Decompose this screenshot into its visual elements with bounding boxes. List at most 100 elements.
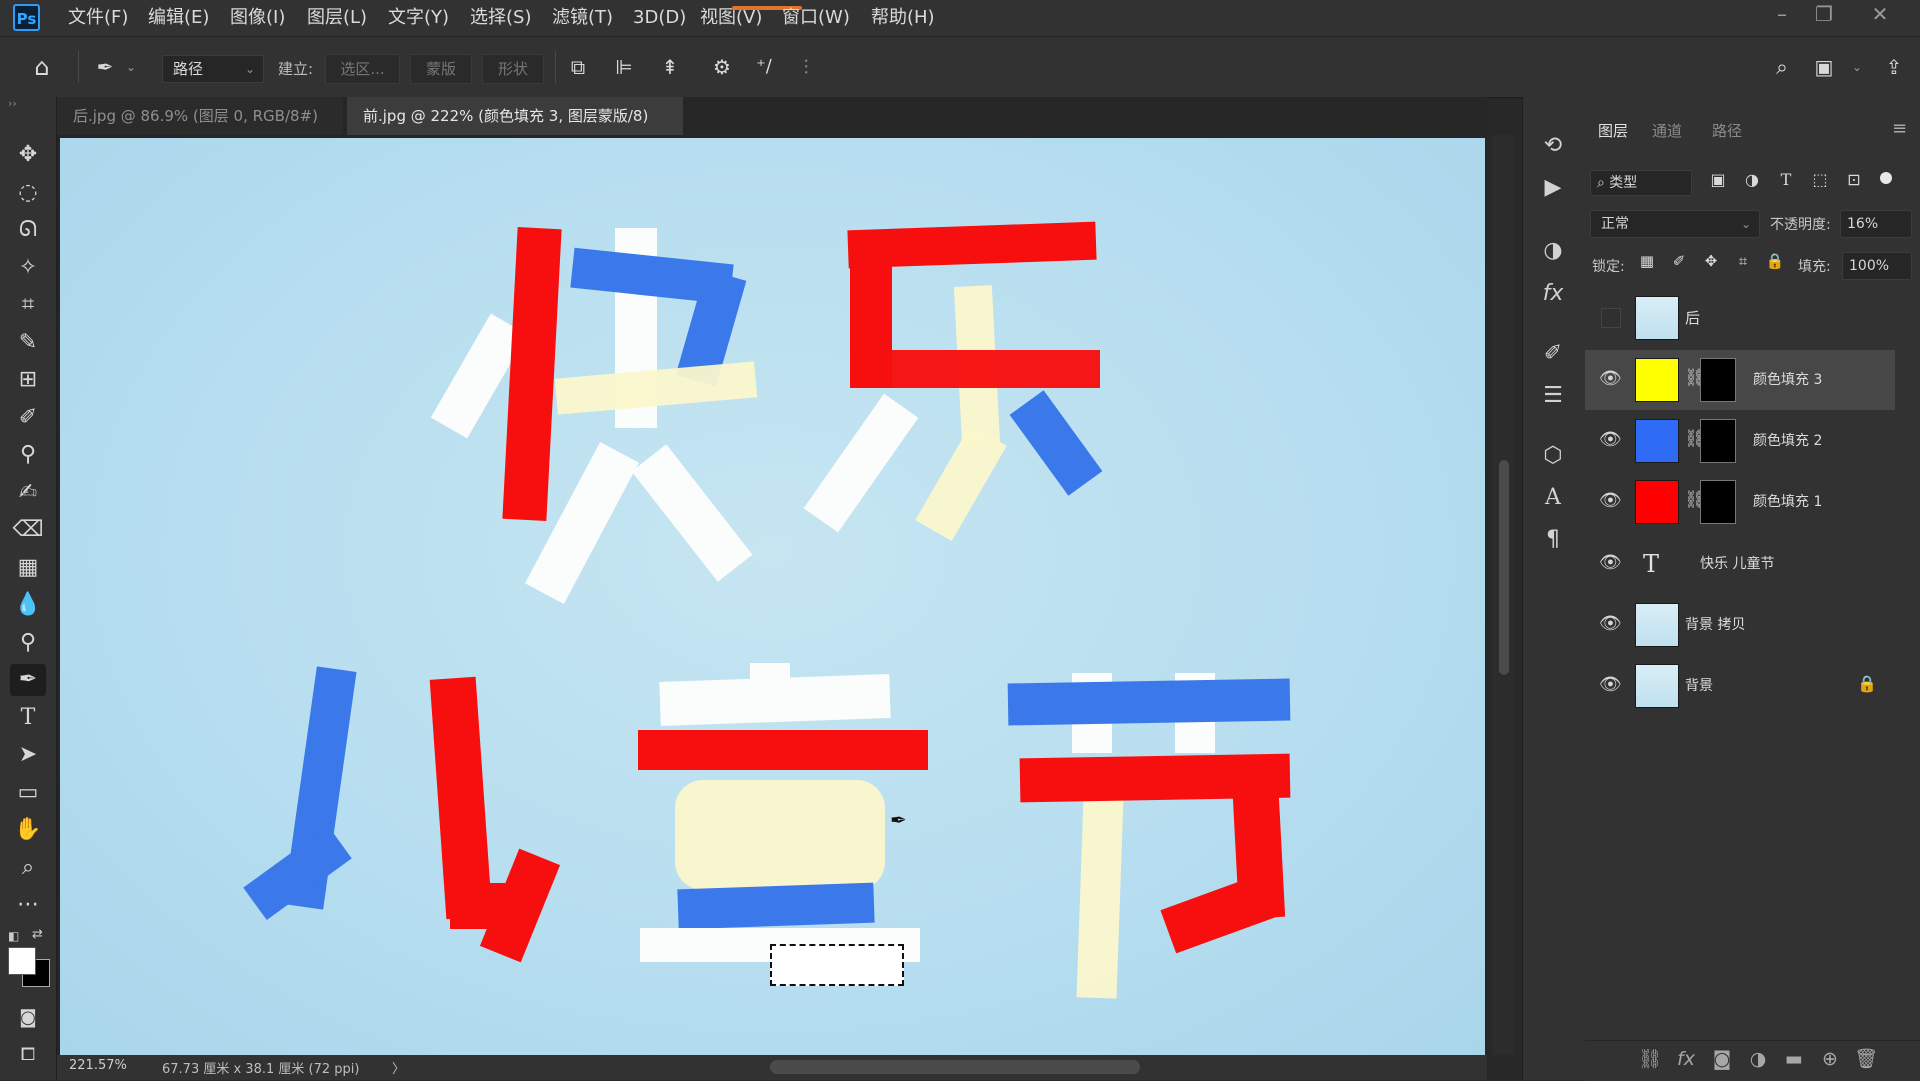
3d-icon[interactable]: ⬡ — [1536, 440, 1570, 472]
panel-menu-icon[interactable]: ≡ — [1892, 118, 1907, 139]
menu-edit[interactable]: 编辑(E) — [148, 0, 209, 36]
stamp-tool-icon[interactable]: ⚲ — [10, 439, 46, 471]
eraser-tool-icon[interactable]: ⌫ — [10, 514, 46, 546]
dodge-tool-icon[interactable]: ⚲ — [10, 627, 46, 659]
eye-icon[interactable]: 👁 — [1599, 490, 1622, 512]
auto-add-delete-icon[interactable]: ⁺∕ — [748, 51, 780, 83]
screen-mode-icon[interactable]: ⧠ — [10, 1039, 46, 1071]
vertical-scroll-thumb[interactable] — [1499, 460, 1509, 675]
lock-pixels-icon[interactable]: ✐ — [1668, 252, 1690, 270]
tab-before-jpg[interactable]: 前.jpg @ 222% (颜色填充 3, 图层蒙版/8) *✕ — [347, 97, 683, 163]
pen-tool-preset-icon[interactable]: ✒ — [90, 51, 120, 83]
make-mask-button[interactable]: 蒙版 — [410, 54, 472, 84]
chevron-down-icon[interactable]: ⌄ — [124, 51, 138, 83]
crop-tool-icon[interactable]: ⌗ — [10, 289, 46, 321]
opacity-input[interactable]: 16% — [1840, 210, 1912, 238]
menu-image[interactable]: 图像(I) — [230, 0, 285, 36]
menu-layer[interactable]: 图层(L) — [307, 0, 367, 36]
filter-shape-icon[interactable]: ⬚ — [1808, 170, 1832, 189]
layer-row[interactable]: 👁 T 快乐 儿童节 — [1585, 534, 1895, 594]
layer-row[interactable]: 👁 背景 🔒 — [1585, 656, 1895, 716]
tab-paths[interactable]: 路径 — [1712, 112, 1742, 150]
default-colors-icon[interactable]: ◧ — [8, 929, 19, 943]
tab-after-jpg[interactable]: 后.jpg @ 86.9% (图层 0, RGB/8#) *✕ — [57, 97, 343, 163]
lock-transparent-icon[interactable]: ▦ — [1636, 252, 1658, 270]
path-arrangement-icon[interactable]: ⇞ — [654, 51, 686, 83]
add-style-icon[interactable]: fx — [1672, 1045, 1700, 1073]
eye-icon[interactable]: 👁 — [1599, 552, 1622, 574]
tab-layers[interactable]: 图层 — [1598, 112, 1628, 150]
properties-icon[interactable]: ☰ — [1536, 380, 1570, 412]
new-adjustment-icon[interactable]: ◑ — [1744, 1045, 1772, 1073]
eye-icon[interactable]: 👁 — [1599, 429, 1622, 451]
zoom-tool-icon[interactable]: ⌕ — [10, 852, 46, 884]
layer-row[interactable]: 后 — [1585, 288, 1895, 348]
layer-mask-thumbnail[interactable] — [1700, 419, 1736, 463]
brush-tool-icon[interactable]: ✐ — [10, 402, 46, 434]
menu-file[interactable]: 文件(F) — [68, 0, 128, 36]
history-icon[interactable]: ⟲ — [1536, 130, 1570, 162]
tab-channels[interactable]: 通道 — [1652, 112, 1682, 150]
marching-ants-selection[interactable] — [770, 944, 904, 986]
menu-select[interactable]: 选择(S) — [470, 0, 531, 36]
visibility-toggle-off[interactable] — [1601, 308, 1621, 328]
filter-kind-select[interactable]: ⌕ 类型 — [1590, 170, 1692, 196]
search-icon[interactable]: ⌕ — [1766, 51, 1798, 83]
new-layer-icon[interactable]: ⊕ — [1816, 1045, 1844, 1073]
horizontal-scroll-thumb[interactable] — [770, 1060, 1140, 1074]
menu-type[interactable]: 文字(Y) — [388, 0, 449, 36]
fill-color-thumbnail[interactable] — [1635, 419, 1679, 463]
layer-row[interactable]: 👁 ⛓ 颜色填充 1 — [1585, 472, 1895, 532]
lock-position-icon[interactable]: ✥ — [1700, 252, 1722, 270]
layer-mask-thumbnail[interactable] — [1700, 358, 1736, 402]
home-icon[interactable]: ⌂ — [24, 51, 60, 83]
filter-toggle[interactable] — [1880, 172, 1892, 184]
menu-window[interactable]: 窗口(W) — [782, 0, 850, 36]
path-operations-icon[interactable]: ⧉ — [562, 51, 594, 83]
adjustments-icon[interactable]: ◑ — [1536, 235, 1570, 267]
path-mode-select[interactable]: 路径 ⌄ — [162, 55, 264, 83]
status-menu-arrow[interactable]: 〉 — [392, 1058, 405, 1077]
filter-type-icon[interactable]: T — [1774, 170, 1798, 189]
fill-color-thumbnail[interactable] — [1635, 480, 1679, 524]
swap-colors-icon[interactable]: ⇄ — [32, 927, 43, 942]
menu-help[interactable]: 帮助(H) — [871, 0, 935, 36]
layer-row[interactable]: 👁 背景 拷贝 — [1585, 595, 1895, 655]
fill-color-thumbnail[interactable] — [1635, 358, 1679, 402]
menu-filter[interactable]: 滤镜(T) — [552, 0, 613, 36]
lasso-tool-icon[interactable]: ᘏ — [10, 214, 46, 246]
close-button[interactable]: ✕ — [1860, 0, 1900, 30]
quick-mask-icon[interactable]: ◙ — [10, 1002, 46, 1034]
rectangle-tool-icon[interactable]: ▭ — [10, 777, 46, 809]
path-alignment-icon[interactable]: ⊫ — [608, 51, 640, 83]
character-icon[interactable]: A — [1536, 482, 1570, 514]
share-icon[interactable]: ⇪ — [1878, 51, 1910, 83]
document-canvas[interactable]: ✒ — [60, 138, 1485, 1055]
eye-icon[interactable]: 👁 — [1599, 368, 1622, 390]
foreground-color-swatch[interactable] — [8, 947, 36, 975]
layer-row[interactable]: 👁 ⛓ 颜色填充 2 — [1585, 411, 1895, 471]
restore-button[interactable]: ❐ — [1804, 0, 1844, 30]
eyedropper-tool-icon[interactable]: ✎ — [10, 327, 46, 359]
new-group-icon[interactable]: ▬ — [1780, 1045, 1808, 1073]
minimize-button[interactable]: – — [1762, 0, 1802, 30]
hand-tool-icon[interactable]: ✋ — [10, 814, 46, 846]
make-shape-button[interactable]: 形状 — [482, 54, 544, 84]
brush-settings-icon[interactable]: ✐ — [1536, 338, 1570, 370]
pen-tool-icon[interactable]: ✒ — [10, 664, 46, 696]
align-edges-icon[interactable]: ⫶ — [790, 51, 822, 83]
layer-row[interactable]: 👁 ⛓ 颜色填充 3 — [1585, 350, 1895, 410]
paragraph-icon[interactable]: ¶ — [1536, 524, 1570, 556]
patch-tool-icon[interactable]: ⊞ — [10, 364, 46, 396]
fx-styles-icon[interactable]: fx — [1536, 278, 1570, 310]
eye-icon[interactable]: 👁 — [1599, 613, 1622, 635]
menu-3d[interactable]: 3D(D) — [633, 0, 686, 36]
filter-pixel-icon[interactable]: ▣ — [1706, 170, 1730, 189]
path-select-tool-icon[interactable]: ➤ — [10, 739, 46, 771]
make-selection-button[interactable]: 选区... — [325, 54, 400, 84]
history-brush-icon[interactable]: ✍ — [10, 477, 46, 509]
collapse-arrows-icon[interactable]: ›› — [8, 97, 17, 110]
chevron-down-icon[interactable]: ⌄ — [1850, 51, 1864, 83]
gear-icon[interactable]: ⚙ — [706, 51, 738, 83]
type-tool-icon[interactable]: T — [10, 702, 46, 734]
